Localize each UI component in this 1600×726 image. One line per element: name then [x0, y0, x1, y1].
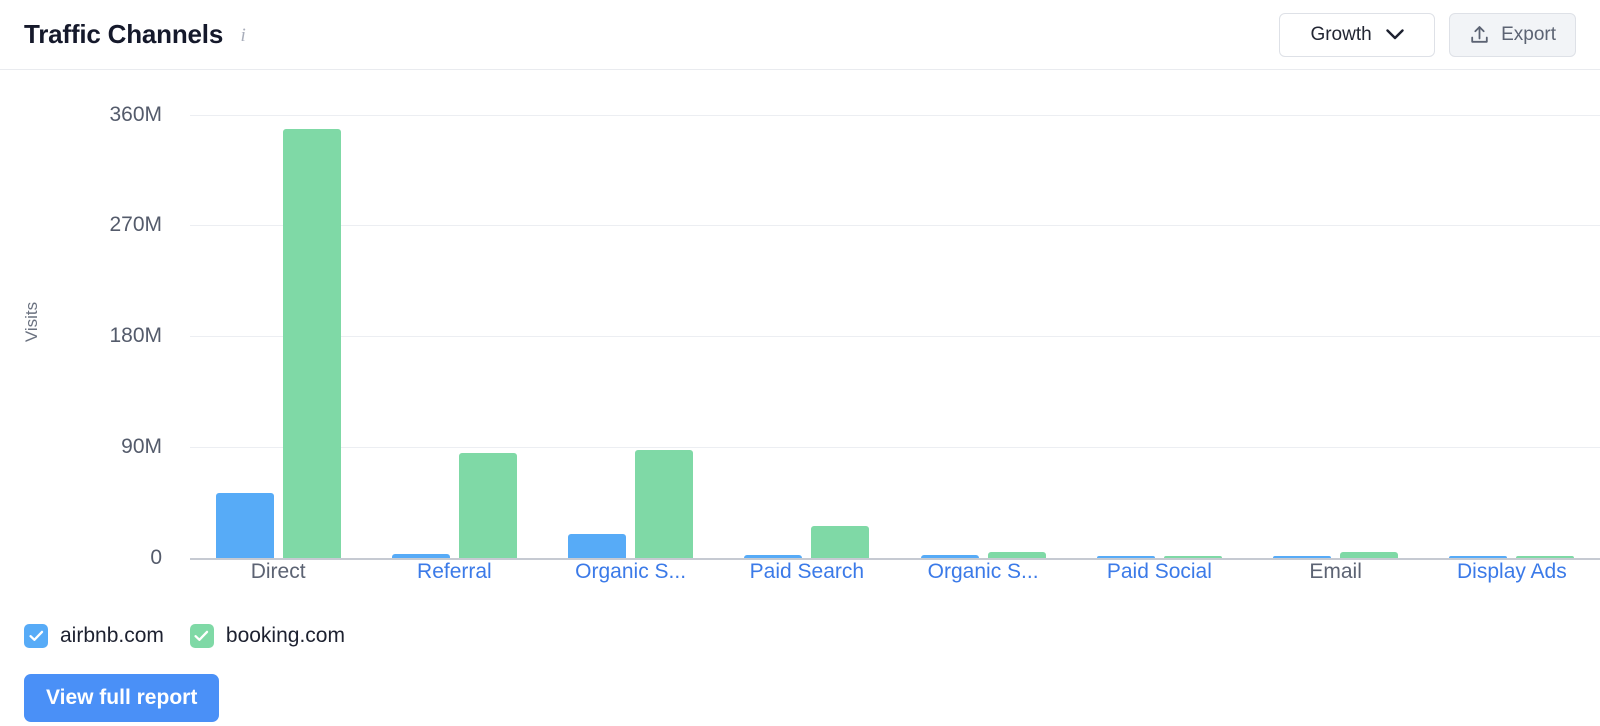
bar[interactable] — [458, 453, 517, 558]
bar[interactable] — [744, 554, 803, 558]
growth-dropdown-label: Growth — [1310, 23, 1372, 45]
upload-icon — [1469, 24, 1490, 45]
view-full-report-button[interactable]: View full report — [24, 674, 220, 722]
bar-group[interactable] — [1071, 70, 1247, 558]
check-icon — [28, 630, 43, 641]
bar-group[interactable] — [895, 70, 1071, 558]
y-axis-tick-label: 360M — [109, 102, 162, 126]
widget-header: Traffic Channels i Growth Export — [0, 0, 1600, 70]
check-icon — [194, 630, 209, 641]
bar[interactable] — [1449, 556, 1508, 558]
x-axis-label[interactable]: Display Ads — [1457, 560, 1567, 584]
bar[interactable] — [391, 553, 450, 558]
bars-container — [190, 70, 1600, 558]
bar[interactable] — [1516, 556, 1575, 558]
bar-group[interactable] — [366, 70, 542, 558]
chart-plot-area: Visits 0 90M 180M 270M 360M — [0, 70, 1600, 569]
bar[interactable] — [1273, 556, 1332, 558]
bar[interactable] — [1163, 556, 1222, 558]
x-axis-label: Direct — [250, 560, 306, 583]
bar[interactable] — [282, 129, 341, 558]
bar[interactable] — [568, 533, 627, 558]
legend-checkbox[interactable] — [189, 624, 214, 648]
bar-group[interactable] — [1424, 70, 1600, 558]
y-axis-title: Visits — [22, 301, 41, 343]
export-button[interactable]: Export — [1449, 12, 1576, 57]
x-axis-label[interactable]: Paid Search — [750, 560, 864, 584]
bar-group[interactable] — [190, 70, 366, 558]
chart-legend: airbnb.com booking.com — [0, 606, 1600, 652]
header-controls: Growth Export — [1279, 12, 1576, 57]
legend-checkbox[interactable] — [24, 624, 48, 648]
x-axis-label[interactable]: Paid Social — [1107, 560, 1212, 584]
bar[interactable] — [635, 449, 694, 558]
chevron-down-icon — [1386, 29, 1404, 40]
x-axis-label[interactable]: Organic S... — [928, 560, 1039, 584]
legend-item-label: booking.com — [225, 624, 345, 647]
bar[interactable] — [987, 551, 1046, 558]
growth-dropdown[interactable]: Growth — [1279, 12, 1436, 57]
bar[interactable] — [215, 493, 274, 558]
legend-item-label: airbnb.com — [60, 624, 164, 647]
bar[interactable] — [811, 525, 870, 558]
title-group: Traffic Channels i — [24, 19, 252, 50]
page-title: Traffic Channels — [24, 19, 224, 49]
x-axis-label[interactable]: Referral — [417, 560, 492, 584]
x-axis-label[interactable]: Organic S... — [575, 560, 686, 584]
x-axis-label: Email — [1309, 560, 1362, 583]
y-axis-tick-label: 180M — [109, 324, 162, 348]
x-axis-labels: Direct Referral Organic S... Paid Search Org… — [0, 560, 1600, 606]
legend-item[interactable]: booking.com — [189, 624, 345, 648]
footer: View full report — [0, 652, 1600, 722]
export-button-label: Export — [1501, 23, 1556, 45]
bar-group[interactable] — [719, 70, 895, 558]
legend-item[interactable]: airbnb.com — [24, 624, 164, 648]
y-axis-tick-label: 270M — [109, 213, 162, 237]
info-icon[interactable]: i — [234, 25, 252, 46]
bar-group[interactable] — [543, 70, 719, 558]
bar-group[interactable] — [1248, 70, 1424, 558]
bar[interactable] — [920, 554, 979, 558]
bar[interactable] — [1096, 556, 1155, 558]
bar[interactable] — [1340, 551, 1399, 558]
y-axis-tick-label: 90M — [121, 435, 162, 459]
